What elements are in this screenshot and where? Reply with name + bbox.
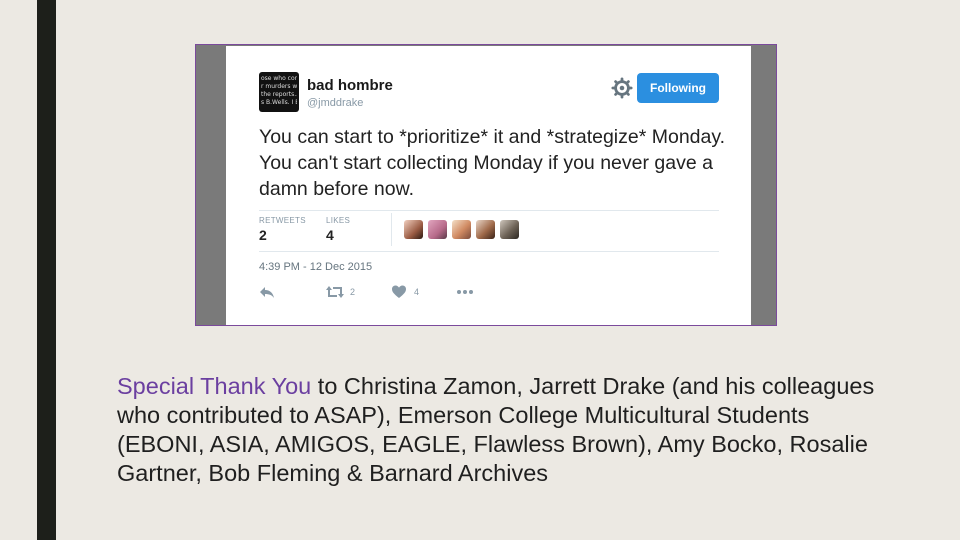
slide-left-bar [37,0,56,540]
reply-icon[interactable] [259,284,275,300]
likes-count[interactable]: 4 [326,227,334,243]
liker-avatar[interactable] [404,220,423,239]
like-heart-icon[interactable] [391,284,407,300]
caption-highlight: Special Thank You [117,373,312,399]
user-handle[interactable]: @jmddrake [307,97,363,109]
tweet-screenshot-frame: ose who com r murders wi the reports... … [195,44,777,326]
liker-avatar[interactable] [500,220,519,239]
avatar-text-line: r murders wi [261,83,297,90]
retweets-label: RETWEETS [259,216,306,225]
tweet-card: ose who com r murders wi the reports... … [226,46,751,325]
more-dots-icon[interactable] [456,284,474,300]
avatar-text-line: the reports... [261,91,297,98]
divider [259,210,719,211]
divider [259,251,719,252]
display-name[interactable]: bad hombre [307,77,393,94]
avatar-text-line: ose who com [261,75,297,82]
avatar-text-line: s B.Wells. I B [261,99,297,106]
like-action-count: 4 [414,287,420,297]
tweet-timestamp[interactable]: 4:39 PM - 12 Dec 2015 [259,261,372,273]
retweet-action-count: 2 [350,287,356,297]
avatar[interactable]: ose who com r murders wi the reports... … [259,72,299,112]
acknowledgement-caption: Special Thank You to Christina Zamon, Ja… [117,372,877,488]
settings-gear-icon[interactable] [611,77,633,99]
retweets-count[interactable]: 2 [259,227,267,243]
liker-avatar[interactable] [476,220,495,239]
tweet-text: You can start to *prioritize* it and *st… [259,126,726,200]
stat-separator [391,213,392,246]
liker-avatar[interactable] [452,220,471,239]
retweet-icon[interactable] [326,284,344,300]
liker-avatar[interactable] [428,220,447,239]
following-button[interactable]: Following [637,73,719,103]
likes-label: LIKES [326,216,351,225]
